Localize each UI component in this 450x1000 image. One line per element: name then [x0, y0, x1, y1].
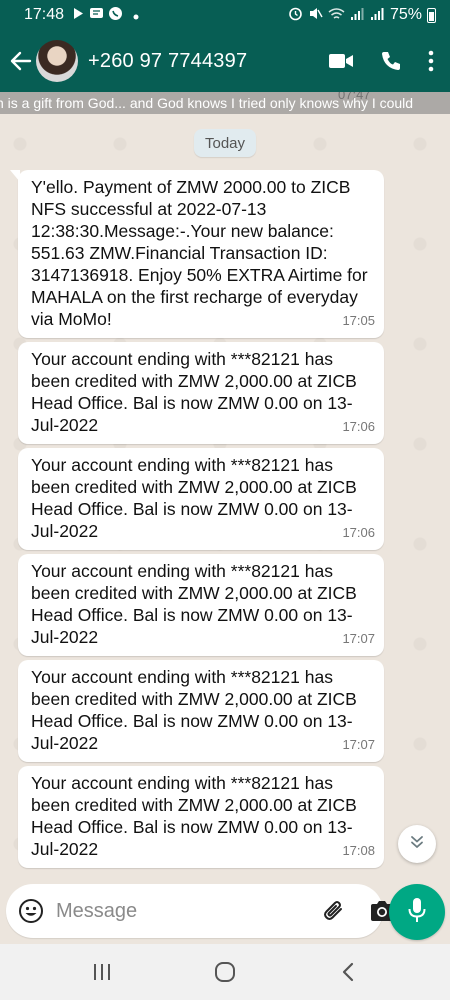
- date-chip: Today: [194, 129, 256, 157]
- message-time: 17:07: [342, 631, 375, 646]
- signal-icon: [370, 7, 385, 24]
- back-icon[interactable]: [328, 952, 368, 992]
- message-time: 17:06: [342, 419, 375, 434]
- message-composer: [6, 884, 393, 938]
- system-nav-bar: [0, 944, 450, 1000]
- phone-icon[interactable]: [380, 50, 402, 72]
- emoji-icon[interactable]: [18, 897, 44, 925]
- alarm-icon: [288, 6, 303, 24]
- message-text: Your account ending with ***82121 has be…: [31, 349, 357, 435]
- message-time: 17:07: [342, 737, 375, 752]
- message-bubble[interactable]: Your account ending with ***82121 has be…: [18, 448, 384, 550]
- message-text: Your account ending with ***82121 has be…: [31, 561, 357, 647]
- whatsapp-icon: [108, 6, 123, 24]
- contact-name[interactable]: +260 97 7744397: [88, 50, 328, 73]
- message-text: Your account ending with ***82121 has be…: [31, 455, 357, 541]
- status-time: 17:48: [24, 6, 65, 23]
- back-arrow-icon[interactable]: [8, 48, 34, 74]
- signal-icon: [350, 7, 365, 24]
- message-time: 17:08: [342, 843, 375, 858]
- mute-icon: [308, 6, 323, 24]
- message-text: Y'ello. Payment of ZMW 2000.00 to ZICB N…: [31, 177, 368, 329]
- message-bubble[interactable]: Your account ending with ***82121 has be…: [18, 660, 384, 762]
- chat-header: +260 97 7744397: [0, 30, 450, 92]
- status-bar: 17:48 75%: [0, 0, 450, 30]
- message-input[interactable]: [56, 899, 321, 923]
- message-bubble[interactable]: Your account ending with ***82121 has be…: [18, 766, 384, 868]
- message-bubble[interactable]: Your account ending with ***82121 has be…: [18, 342, 384, 444]
- wifi-icon: [328, 7, 345, 24]
- video-call-icon[interactable]: [328, 52, 354, 70]
- double-chevron-down-icon: [409, 834, 425, 855]
- avatar[interactable]: [36, 40, 78, 82]
- strip-text: n is a gift from God... and God knows I …: [0, 95, 414, 111]
- mic-icon: [408, 897, 426, 928]
- play-icon: [72, 7, 85, 23]
- battery-icon: [427, 7, 436, 23]
- home-icon[interactable]: [205, 952, 245, 992]
- mic-button[interactable]: [389, 884, 445, 940]
- message-bubble[interactable]: Your account ending with ***82121 has be…: [18, 554, 384, 656]
- battery-percent: 75%: [389, 6, 422, 23]
- message-time: 17:06: [342, 525, 375, 540]
- attach-icon[interactable]: [321, 896, 347, 926]
- status-strip[interactable]: 07:47 n is a gift from God... and God kn…: [0, 92, 450, 114]
- message-text: Your account ending with ***82121 has be…: [31, 667, 357, 753]
- message-icon: [89, 7, 104, 23]
- more-vert-icon[interactable]: [428, 50, 434, 72]
- message-text: Your account ending with ***82121 has be…: [31, 773, 357, 859]
- message-bubble[interactable]: Y'ello. Payment of ZMW 2000.00 to ZICB N…: [10, 170, 384, 338]
- recent-apps-icon[interactable]: [82, 952, 122, 992]
- dot-icon: [133, 8, 139, 23]
- scroll-down-button[interactable]: [398, 825, 436, 863]
- message-time: 17:05: [342, 313, 375, 328]
